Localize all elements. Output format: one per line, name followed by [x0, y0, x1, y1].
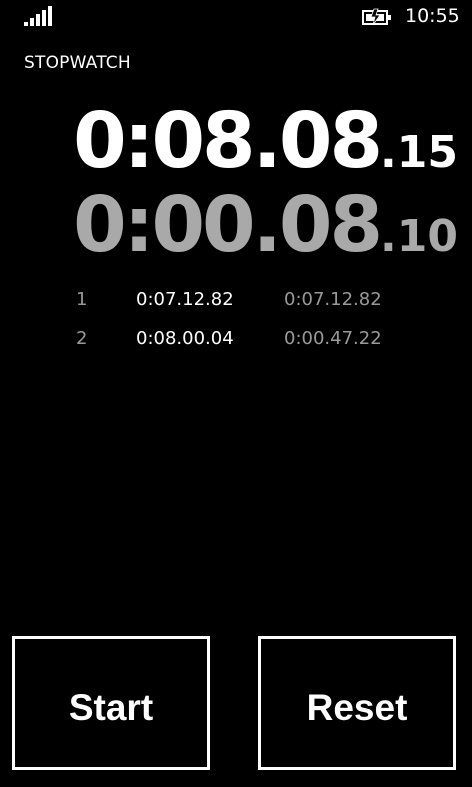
battery-charging-icon	[362, 8, 391, 26]
lap-time-fraction: .10	[380, 211, 458, 262]
lap-index: 1	[76, 289, 88, 310]
status-bar: 10:55	[0, 0, 472, 36]
lap-row: 2 0:08.00.04 0:00.47.22	[0, 324, 472, 354]
lap-index: 2	[76, 328, 88, 349]
current-lap-time: 0:00.08.10	[73, 180, 458, 292]
lap-row: 1 0:07.12.82 0:07.12.82	[0, 285, 472, 315]
lap-total-time: 0:08.00.04	[136, 328, 234, 349]
status-clock: 10:55	[405, 5, 460, 27]
lap-split-time: 0:00.47.22	[284, 328, 382, 349]
signal-strength-icon	[24, 6, 52, 26]
total-time-main: 0:08.08	[73, 97, 383, 186]
lap-split-time: 0:07.12.82	[284, 289, 382, 310]
app-title: STOPWATCH	[24, 53, 131, 73]
lap-total-time: 0:07.12.82	[136, 289, 234, 310]
lap-time-main: 0:00.08	[73, 181, 383, 270]
total-time-fraction: .15	[380, 127, 458, 178]
reset-button[interactable]: Reset	[258, 636, 456, 770]
start-button[interactable]: Start	[12, 636, 210, 770]
